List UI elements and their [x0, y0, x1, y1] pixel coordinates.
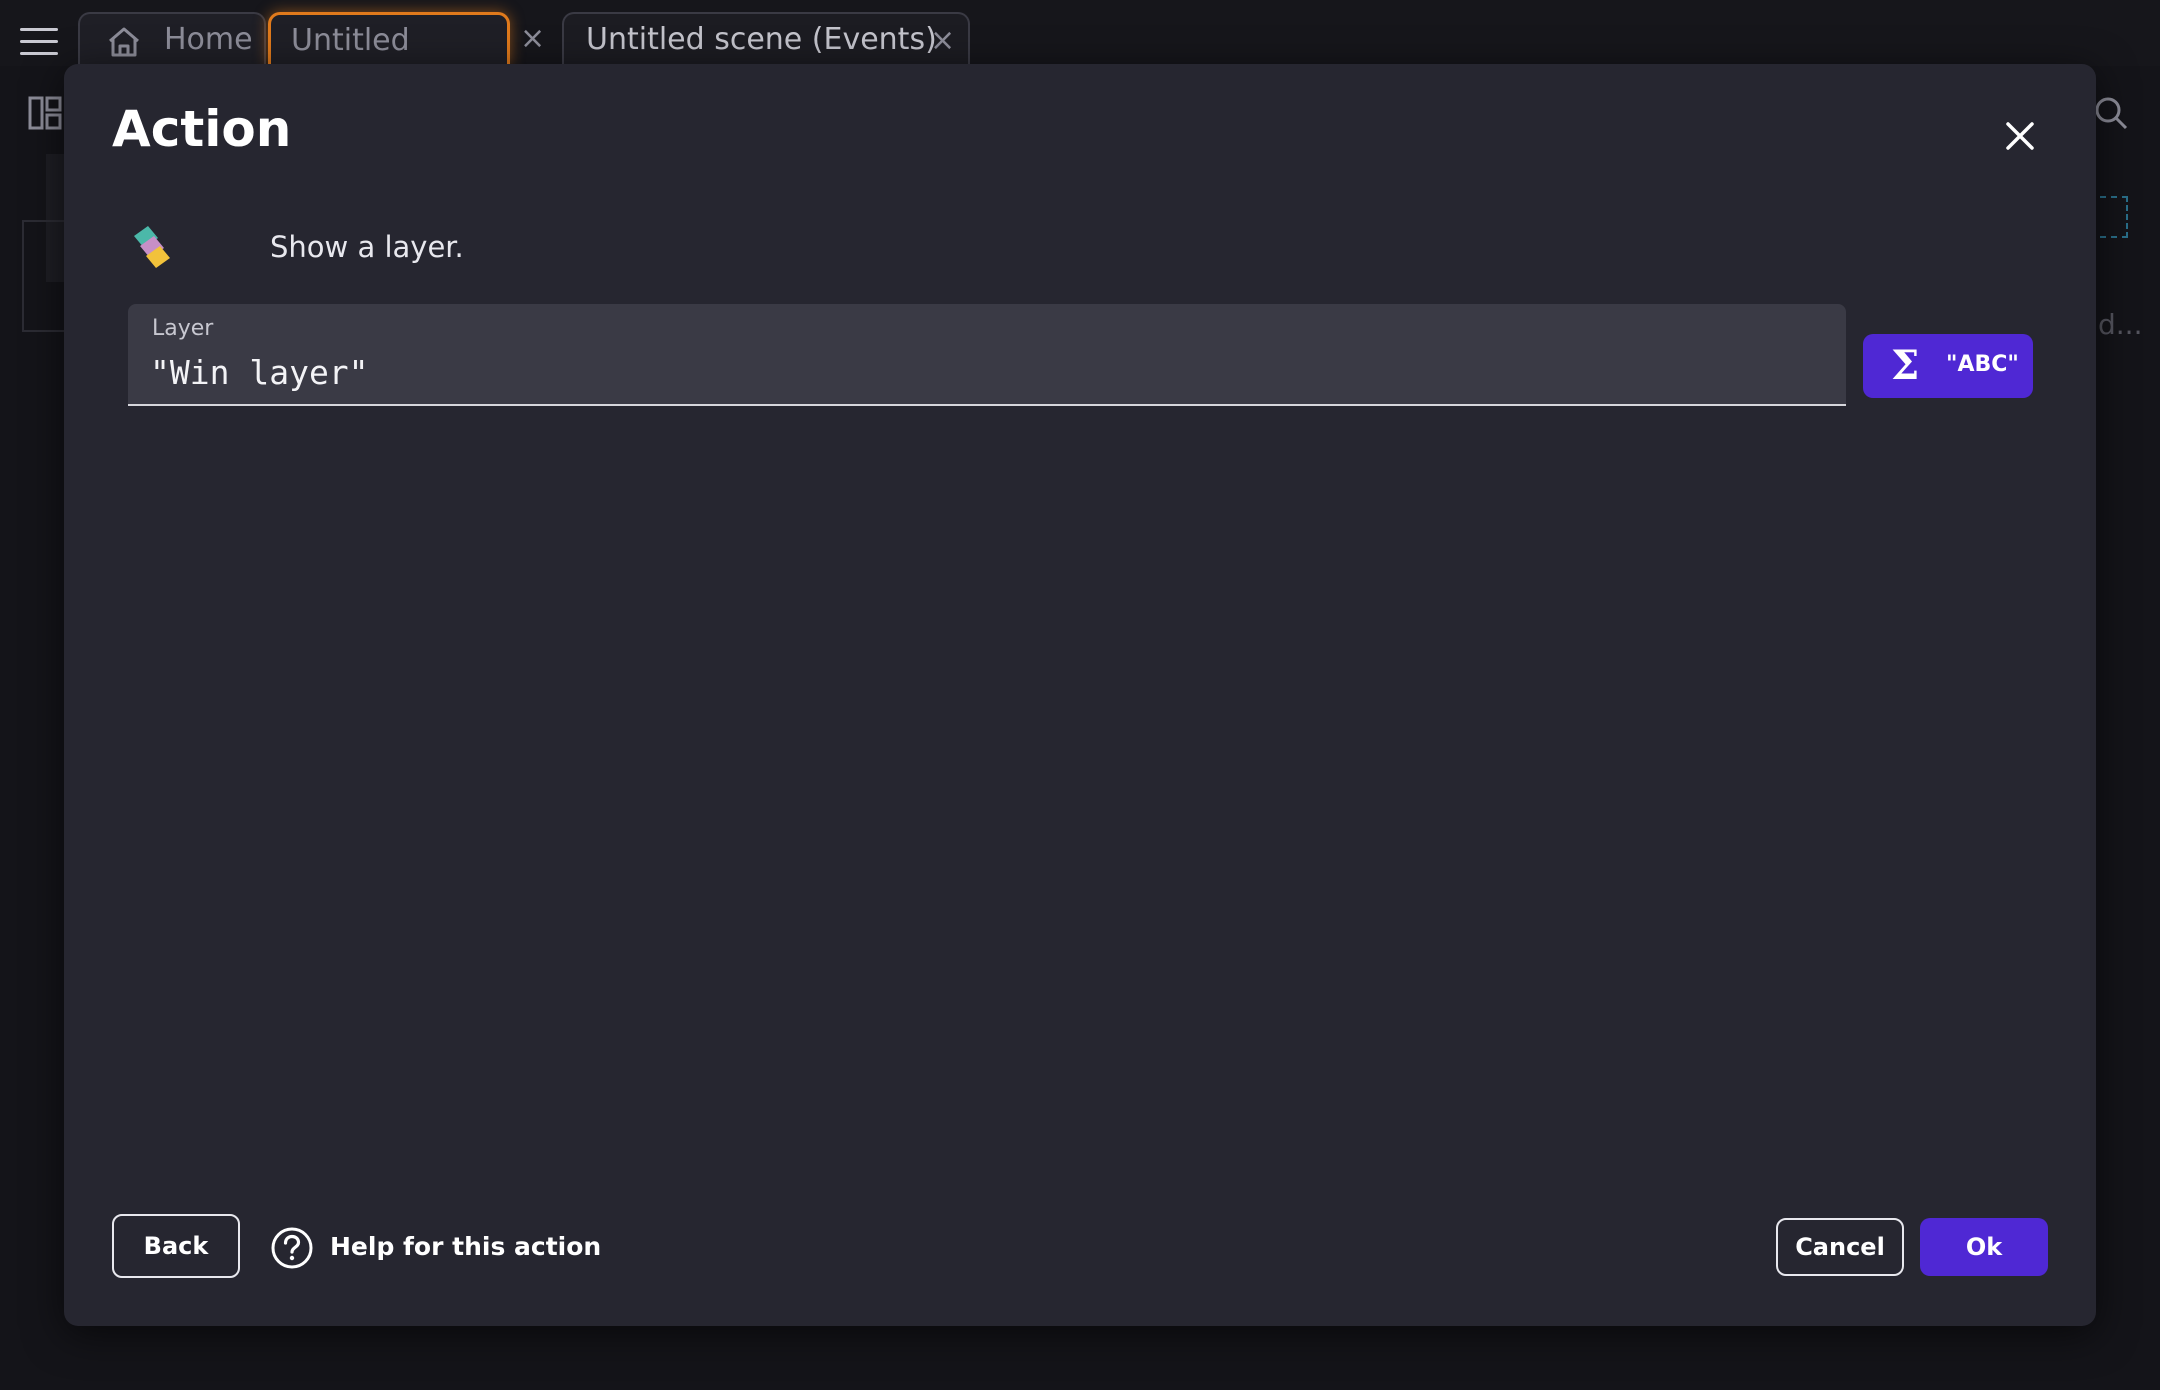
tab-home-label: Home [164, 22, 253, 57]
tab-bar: Home Untitled scene × Untitled scene (Ev… [0, 0, 2160, 110]
action-description: Show a layer. [270, 230, 464, 264]
layers-icon [134, 226, 170, 268]
layer-field-label: Layer [152, 316, 214, 341]
background-selection-box [2100, 196, 2128, 238]
background-panel-outline [22, 220, 64, 332]
action-dialog: Action Show a layer. Layer Σ "ABC" Back … [64, 64, 2096, 1326]
tab-untitled-scene-events[interactable]: Untitled scene (Events) × [562, 12, 970, 66]
search-icon[interactable] [2094, 96, 2128, 130]
cancel-button[interactable]: Cancel [1776, 1218, 1904, 1276]
panels-layout-icon[interactable] [28, 96, 62, 130]
expression-type-label: "ABC" [1946, 352, 2019, 377]
tab-events-close-icon[interactable]: × [930, 14, 955, 68]
background-truncated-text: d... [2098, 308, 2143, 341]
tab-untitled-scene-close-icon[interactable]: × [520, 12, 545, 66]
back-button[interactable]: Back [112, 1214, 240, 1278]
ok-button[interactable]: Ok [1920, 1218, 2048, 1276]
help-link-text: Help for this action [330, 1232, 602, 1261]
sigma-icon: Σ [1891, 342, 1920, 389]
tab-events-label: Untitled scene (Events) [586, 22, 937, 57]
hamburger-menu-icon[interactable] [20, 28, 58, 60]
tab-home[interactable]: Home [78, 12, 266, 66]
dialog-title: Action [112, 100, 292, 158]
layer-input[interactable] [150, 348, 1820, 396]
help-icon [271, 1227, 313, 1269]
layer-field[interactable]: Layer [128, 304, 1846, 406]
home-icon [109, 27, 139, 57]
tab-untitled-scene[interactable]: Untitled scene [268, 12, 510, 110]
close-icon[interactable] [1994, 110, 2046, 162]
expression-type-button[interactable]: Σ "ABC" [1863, 334, 2033, 398]
